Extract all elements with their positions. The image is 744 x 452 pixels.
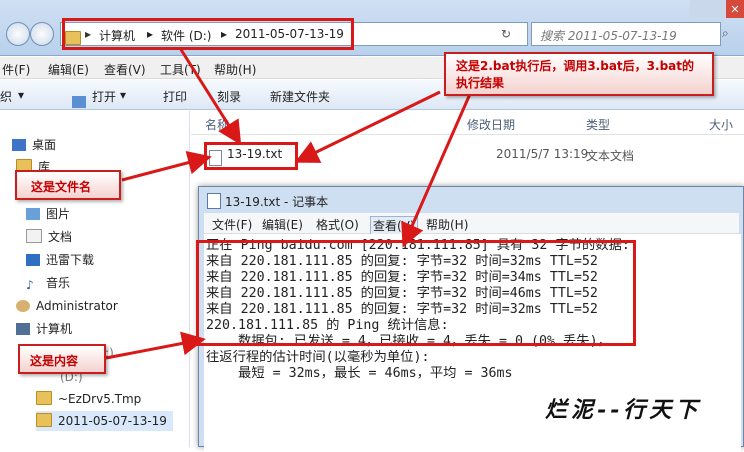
signature: 烂泥--行天下 <box>545 397 702 423</box>
callout-content: 这是内容 <box>18 344 106 374</box>
callout-filename: 这是文件名 <box>15 170 121 200</box>
callout-result: 这是2.bat执行后，调用3.bat后，3.bat的执行结果 <box>444 52 714 96</box>
